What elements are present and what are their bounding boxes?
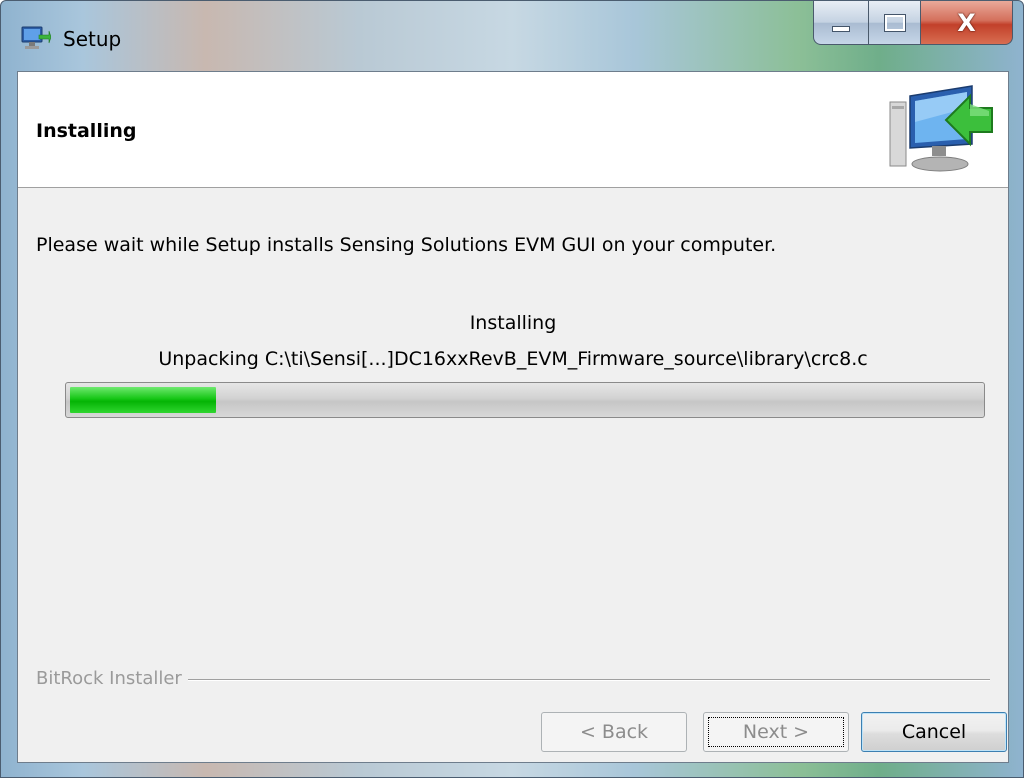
window-controls: X xyxy=(813,1,1013,47)
setup-app-icon xyxy=(21,26,51,49)
close-icon: X xyxy=(957,8,976,37)
window-title: Setup xyxy=(63,27,122,51)
focus-rect xyxy=(708,717,844,747)
progress-fill xyxy=(70,387,216,413)
install-progress-bar xyxy=(65,382,985,418)
cancel-button[interactable]: Cancel xyxy=(861,712,1007,752)
installer-panel: Installing Please wait while Setup insta… xyxy=(17,71,1009,763)
title-bar[interactable]: Setup X xyxy=(1,1,1023,71)
install-description: Please wait while Setup installs Sensing… xyxy=(36,234,777,256)
page-title: Installing xyxy=(36,120,137,142)
maximize-button[interactable] xyxy=(869,1,921,45)
install-detail: Unpacking C:\ti\Sensi[...]DC16xxRevB_EVM… xyxy=(158,348,868,370)
back-button[interactable]: < Back xyxy=(541,712,687,752)
setup-window: Setup X Installing Please wait while Set… xyxy=(0,0,1024,778)
maximize-icon xyxy=(883,13,906,32)
next-button[interactable]: Next > xyxy=(703,712,849,752)
minimize-button[interactable] xyxy=(813,1,869,45)
page-header: Installing xyxy=(18,72,1008,188)
computer-install-icon xyxy=(889,85,993,172)
minimize-icon xyxy=(832,25,850,32)
installer-brand-label: BitRock Installer xyxy=(36,668,188,689)
install-status: Installing xyxy=(469,312,557,334)
close-button[interactable]: X xyxy=(921,1,1013,45)
